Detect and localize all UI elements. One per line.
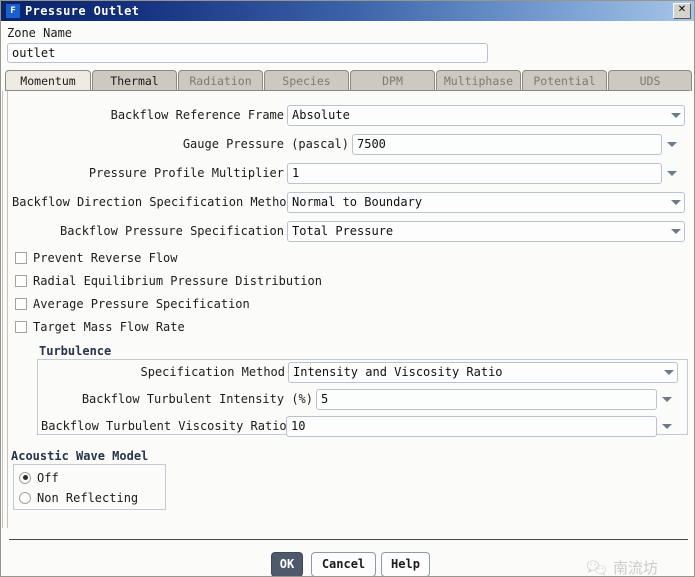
turbulence-group-title: Turbulence — [39, 344, 112, 358]
close-icon[interactable]: ✕ — [673, 3, 691, 19]
tab-momentum[interactable]: Momentum — [5, 70, 91, 91]
footer-separator — [9, 539, 688, 540]
pressure-profile-multiplier-row: Pressure Profile Multiplier — [12, 162, 688, 184]
chevron-down-icon — [667, 199, 684, 205]
radio-icon — [19, 491, 31, 504]
tab-radiation[interactable]: Radiation — [178, 70, 263, 91]
help-button[interactable]: Help — [381, 552, 430, 576]
wechat-logo-icon — [586, 559, 606, 576]
radio-label: Non Reflecting — [37, 490, 139, 505]
tab-multiphase[interactable]: Multiphase — [436, 70, 521, 91]
checkbox-label: Average Pressure Specification — [33, 297, 250, 311]
title-bar: F Pressure Outlet ✕ — [1, 1, 694, 21]
backflow-direction-spec-method-row: Backflow Direction Specification Method … — [12, 191, 688, 213]
chevron-down-icon — [667, 228, 684, 234]
chevron-down-icon — [660, 369, 677, 375]
gauge-pressure-dropdown-icon[interactable] — [662, 141, 682, 147]
checkbox-target-mass-flow-rate[interactable]: Target Mass Flow Rate — [15, 318, 185, 336]
backflow-turbulent-intensity-dropdown-icon[interactable] — [657, 396, 677, 402]
pressure-outlet-dialog: F Pressure Outlet ✕ Zone Name Momentum T… — [0, 0, 695, 577]
backflow-direction-spec-method-label: Backflow Direction Specification Method — [12, 195, 294, 209]
backflow-turbulent-viscosity-ratio-row: Backflow Turbulent Viscosity Ratio — [41, 415, 685, 437]
turbulence-spec-method-select[interactable]: Intensity and Viscosity Ratio — [288, 361, 678, 383]
tab-bar: Momentum Thermal Radiation Species DPM M… — [5, 70, 692, 91]
tab-thermal[interactable]: Thermal — [92, 70, 177, 91]
checkbox-icon — [15, 252, 27, 264]
dialog-body: Zone Name Momentum Thermal Radiation Spe… — [1, 21, 694, 576]
radio-acoustic-non-reflecting[interactable]: Non Reflecting — [19, 489, 138, 506]
backflow-direction-spec-method-value: Normal to Boundary — [292, 195, 423, 209]
turbulence-spec-method-value: Intensity and Viscosity Ratio — [293, 365, 503, 379]
pressure-profile-multiplier-dropdown-icon[interactable] — [662, 170, 682, 176]
acoustic-wave-model-group-title: Acoustic Wave Model — [11, 449, 149, 463]
backflow-direction-spec-method-select[interactable]: Normal to Boundary — [287, 191, 685, 213]
backflow-turbulent-intensity-row: Backflow Turbulent Intensity (%) — [41, 388, 685, 410]
backflow-reference-frame-label: Backflow Reference Frame — [110, 108, 284, 122]
checkbox-label: Target Mass Flow Rate — [33, 320, 185, 334]
radio-label: Off — [37, 470, 59, 485]
backflow-pressure-spec-select[interactable]: Total Pressure — [287, 220, 685, 242]
checkbox-prevent-reverse-flow[interactable]: Prevent Reverse Flow — [15, 249, 178, 267]
checkbox-radial-equilibrium-pressure-distribution[interactable]: Radial Equilibrium Pressure Distribution — [15, 272, 322, 290]
window-title: Pressure Outlet — [25, 4, 140, 18]
radio-icon-selected — [19, 471, 31, 484]
gauge-pressure-input[interactable] — [352, 133, 662, 155]
turbulence-spec-method-label: Specification Method — [140, 365, 286, 379]
backflow-turbulent-viscosity-ratio-input[interactable] — [286, 415, 657, 437]
gauge-pressure-row: Gauge Pressure (pascal) — [12, 133, 688, 155]
checkbox-average-pressure-specification[interactable]: Average Pressure Specification — [15, 295, 250, 313]
watermark-text: 南流坊 — [613, 559, 659, 577]
tab-species[interactable]: Species — [264, 70, 349, 91]
zone-name-label: Zone Name — [7, 26, 73, 40]
pressure-profile-multiplier-label: Pressure Profile Multiplier — [88, 166, 284, 180]
checkbox-icon — [15, 298, 27, 310]
checkbox-label: Prevent Reverse Flow — [33, 251, 178, 265]
backflow-pressure-spec-value: Total Pressure — [292, 224, 394, 238]
pressure-profile-multiplier-input[interactable] — [287, 162, 662, 184]
chevron-down-icon — [667, 112, 684, 118]
fluent-app-icon: F — [6, 4, 20, 18]
backflow-pressure-spec-row: Backflow Pressure Specification Total Pr… — [12, 220, 688, 242]
zone-name-input[interactable] — [7, 43, 488, 63]
turbulence-spec-method-row: Specification Method Intensity and Visco… — [41, 361, 685, 383]
backflow-turbulent-intensity-label: Backflow Turbulent Intensity (%) — [81, 392, 313, 406]
tab-dpm[interactable]: DPM — [350, 70, 435, 91]
checkbox-label: Radial Equilibrium Pressure Distribution — [33, 274, 322, 288]
panel-left-rail — [2, 91, 8, 528]
gauge-pressure-label: Gauge Pressure (pascal) — [182, 137, 349, 151]
watermark: 南流坊 — [586, 557, 659, 577]
backflow-pressure-spec-label: Backflow Pressure Specification — [60, 224, 284, 238]
backflow-turbulent-intensity-input[interactable] — [316, 388, 657, 410]
ok-button[interactable]: OK — [271, 552, 303, 576]
tab-potential[interactable]: Potential — [522, 70, 607, 91]
tab-uds[interactable]: UDS — [608, 70, 692, 91]
backflow-reference-frame-row: Backflow Reference Frame Absolute — [12, 104, 688, 126]
tab-underline — [5, 90, 690, 91]
checkbox-icon — [15, 275, 27, 287]
checkbox-icon — [15, 321, 27, 333]
radio-acoustic-off[interactable]: Off — [19, 469, 59, 486]
backflow-turbulent-viscosity-ratio-label: Backflow Turbulent Viscosity Ratio — [41, 419, 287, 433]
backflow-reference-frame-value: Absolute — [292, 108, 350, 122]
backflow-reference-frame-select[interactable]: Absolute — [287, 104, 685, 126]
backflow-turbulent-viscosity-ratio-dropdown-icon[interactable] — [657, 423, 677, 429]
cancel-button[interactable]: Cancel — [311, 552, 376, 576]
